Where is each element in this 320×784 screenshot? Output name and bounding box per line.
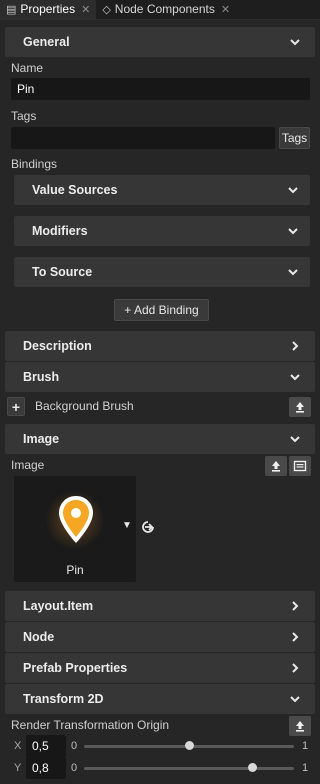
y-axis-label: Y [14, 762, 22, 774]
section-general-label: General [23, 35, 70, 49]
section-layout-item-label: Layout.Item [23, 599, 94, 613]
x-slider-max: 1 [302, 740, 309, 752]
section-description-label: Description [23, 339, 92, 353]
section-general[interactable]: General [5, 27, 315, 57]
section-layout-item[interactable]: Layout.Item [5, 591, 315, 621]
section-prefab-properties[interactable]: Prefab Properties [5, 653, 315, 683]
node-components-icon: ◇ [102, 3, 111, 16]
upload-icon [296, 721, 304, 732]
origin-x-field[interactable]: 0,5 [26, 735, 66, 757]
to-source-header[interactable]: To Source [14, 257, 310, 287]
chevron-down-icon [289, 433, 301, 445]
chevron-right-icon [289, 600, 301, 612]
section-prefab-properties-label: Prefab Properties [23, 661, 128, 675]
chevron-down-icon [287, 184, 299, 196]
tab-properties-label: Properties [20, 2, 76, 16]
tags-button[interactable]: Tags [279, 127, 310, 149]
chevron-down-icon [289, 371, 301, 383]
value-sources-header[interactable]: Value Sources [14, 175, 310, 205]
chevron-down-icon [289, 36, 301, 48]
upload-brush-button[interactable] [289, 397, 311, 417]
section-brush-label: Brush [23, 370, 60, 384]
tab-node-components[interactable]: ◇ Node Components ✕ [96, 0, 236, 19]
dropdown-arrow-icon[interactable]: ▼ [122, 520, 132, 531]
upload-icon [272, 461, 280, 472]
y-slider-min: 0 [71, 762, 78, 774]
chevron-right-icon [289, 631, 301, 643]
modifiers-label: Modifiers [32, 224, 88, 238]
section-image-label: Image [23, 432, 60, 446]
section-brush[interactable]: Brush [5, 362, 315, 392]
image-thumbnail[interactable]: Pin [14, 476, 136, 582]
upload-icon [296, 402, 304, 413]
name-label: Name [11, 61, 44, 75]
section-description[interactable]: Description [5, 331, 315, 361]
close-icon[interactable]: ✕ [221, 3, 230, 16]
name-field[interactable]: Pin [11, 78, 310, 100]
origin-y-field[interactable]: 0,8 [26, 757, 66, 779]
image-browse-icon [293, 460, 307, 472]
properties-icon: ▤ [6, 3, 17, 16]
chevron-right-icon [289, 340, 301, 352]
add-binding-button[interactable]: + Add Binding [114, 299, 209, 321]
tags-input[interactable] [11, 127, 275, 149]
go-to-source-icon[interactable] [140, 520, 156, 534]
tab-properties[interactable]: ▤ Properties ✕ [0, 0, 97, 19]
section-transform-2d-label: Transform 2D [23, 692, 104, 706]
image-label: Image [11, 458, 45, 472]
upload-origin-button[interactable] [289, 716, 311, 736]
chevron-down-icon [287, 266, 299, 278]
chevron-down-icon [287, 225, 299, 237]
y-slider-max: 1 [302, 762, 309, 774]
upload-image-button[interactable] [265, 456, 287, 476]
modifiers-header[interactable]: Modifiers [14, 216, 310, 246]
chevron-down-icon [289, 693, 301, 705]
render-origin-label: Render Transformation Origin [11, 718, 170, 732]
bindings-label: Bindings [11, 157, 58, 171]
x-slider-min: 0 [71, 740, 78, 752]
origin-y-slider[interactable] [84, 767, 294, 770]
section-image[interactable]: Image [5, 424, 315, 454]
background-brush-label: Background Brush [35, 399, 134, 413]
tags-label: Tags [11, 109, 37, 123]
tab-node-components-label: Node Components [114, 2, 215, 16]
section-node[interactable]: Node [5, 622, 315, 652]
value-sources-label: Value Sources [32, 183, 118, 197]
section-node-label: Node [23, 630, 55, 644]
pin-icon [59, 496, 93, 543]
origin-y-slider-thumb[interactable] [247, 763, 257, 772]
add-brush-button[interactable]: + [7, 397, 25, 416]
to-source-label: To Source [32, 265, 93, 279]
browse-image-button[interactable] [289, 456, 311, 476]
section-transform-2d[interactable]: Transform 2D [5, 684, 315, 714]
close-icon[interactable]: ✕ [81, 3, 90, 16]
image-thumbnail-label: Pin [66, 563, 84, 577]
origin-x-slider-thumb[interactable] [184, 741, 194, 750]
x-axis-label: X [14, 740, 22, 752]
tab-bar: ▤ Properties ✕ ◇ Node Components ✕ [0, 0, 320, 20]
chevron-right-icon [289, 662, 301, 674]
